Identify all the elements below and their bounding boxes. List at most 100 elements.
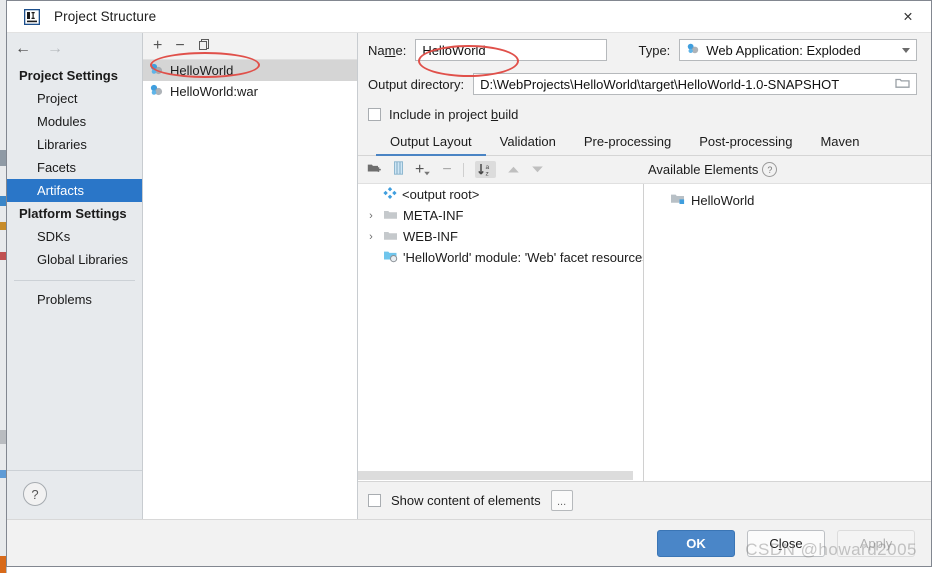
dialog-title-bar: Project Structure ✕: [7, 1, 931, 33]
layout-panes: <output root> › META-INF › WEB-INF 'Hell…: [358, 184, 931, 481]
artifact-detail-panel: Name: HelloWorld Type: Web Application: …: [358, 33, 931, 519]
available-element-label: HelloWorld: [691, 193, 755, 208]
output-layout-toolbar-row: + − a z Available Elements ?: [358, 156, 931, 184]
module-icon: [670, 192, 686, 209]
sidebar-divider: [14, 280, 135, 281]
name-input-value: HelloWorld: [422, 42, 486, 58]
tree-row[interactable]: 'HelloWorld' module: 'Web' facet resourc…: [358, 247, 643, 268]
output-directory-input[interactable]: D:\WebProjects\HelloWorld\target\HelloWo…: [473, 73, 917, 95]
include-in-build-row[interactable]: Include in project build: [358, 101, 931, 127]
sidebar-item-sdks[interactable]: SDKs: [7, 225, 142, 248]
forward-arrow-icon[interactable]: →: [47, 40, 63, 57]
include-in-build-checkbox[interactable]: [368, 107, 381, 121]
folder-icon[interactable]: [895, 76, 910, 92]
ok-button[interactable]: OK: [657, 529, 735, 557]
facet-resource-icon: [383, 249, 398, 266]
project-structure-dialog: Project Structure ✕ ← → Project Settings…: [6, 0, 932, 567]
include-in-build-label: Include in project build: [389, 106, 519, 122]
copy-artifact-icon[interactable]: [198, 38, 211, 54]
name-field-label: Name:: [368, 42, 407, 58]
chevron-down-icon[interactable]: [902, 47, 910, 53]
show-content-checkbox[interactable]: [368, 494, 381, 507]
close-icon[interactable]: ✕: [885, 1, 931, 31]
tab-maven[interactable]: Maven: [806, 134, 873, 155]
list-item[interactable]: HelloWorld: [644, 190, 931, 211]
output-layout-tree: <output root> › META-INF › WEB-INF 'Hell…: [358, 184, 644, 481]
available-elements-header: Available Elements ?: [644, 162, 778, 177]
sort-alphabetically-icon[interactable]: a z: [474, 161, 496, 178]
help-icon[interactable]: ?: [762, 162, 778, 177]
tree-horizontal-scrollbar[interactable]: [358, 470, 633, 481]
artifact-icon: [149, 83, 164, 101]
tree-row-label: 'HelloWorld' module: 'Web' facet resourc…: [403, 250, 644, 265]
artifact-icon: [686, 42, 700, 59]
sidebar-item-artifacts[interactable]: Artifacts: [7, 179, 142, 202]
intellij-idea-icon: [23, 8, 41, 25]
tree-row[interactable]: <output root>: [358, 184, 643, 205]
tab-pre-processing[interactable]: Pre-processing: [570, 134, 685, 155]
sidebar-item-project[interactable]: Project: [7, 87, 142, 110]
tab-output-layout[interactable]: Output Layout: [376, 134, 486, 156]
tree-row-label: <output root>: [402, 187, 480, 202]
svg-text:z: z: [485, 171, 488, 178]
name-input[interactable]: HelloWorld: [415, 39, 607, 61]
move-up-icon[interactable]: [507, 163, 520, 177]
show-content-row: Show content of elements ...: [358, 481, 931, 519]
sidebar-item-libraries[interactable]: Libraries: [7, 133, 142, 156]
scrollbar-thumb[interactable]: [358, 471, 633, 480]
type-select[interactable]: Web Application: Exploded: [679, 39, 917, 61]
sidebar-item-global-libraries[interactable]: Global Libraries: [7, 248, 142, 271]
folder-icon: [383, 229, 398, 245]
dialog-title: Project Structure: [54, 9, 157, 24]
tab-validation[interactable]: Validation: [486, 134, 570, 155]
artifact-item-label: HelloWorld:war: [170, 84, 258, 99]
add-artifact-icon[interactable]: +: [153, 38, 162, 54]
sidebar-item-problems[interactable]: Problems: [7, 288, 142, 311]
show-content-label: Show content of elements: [391, 493, 541, 508]
artifact-item-helloworld-war[interactable]: HelloWorld:war: [143, 81, 357, 102]
toolbar-divider: [462, 162, 464, 177]
settings-sidebar: ← → Project Settings Project Modules Lib…: [7, 33, 143, 519]
add-copy-icon[interactable]: +: [415, 161, 431, 177]
type-field-label: Type:: [638, 42, 671, 58]
artifact-icon: [149, 62, 164, 80]
tree-twisty[interactable]: ›: [364, 231, 378, 243]
detail-tabs: Output Layout Validation Pre-processing …: [358, 127, 931, 156]
available-elements-title: Available Elements: [648, 162, 759, 177]
move-down-icon[interactable]: [531, 163, 544, 177]
output-directory-value: D:\WebProjects\HelloWorld\target\HelloWo…: [480, 76, 840, 92]
artifacts-toolbar: + −: [143, 33, 357, 60]
folder-icon: [383, 208, 398, 224]
apply-button: Apply: [837, 529, 915, 557]
remove-element-icon[interactable]: −: [442, 161, 451, 178]
type-select-value: Web Application: Exploded: [706, 42, 861, 58]
available-elements-tree: HelloWorld: [644, 184, 931, 481]
tree-twisty[interactable]: ›: [364, 210, 378, 222]
create-directory-icon[interactable]: [367, 162, 382, 178]
tree-row[interactable]: › META-INF: [358, 205, 643, 226]
dialog-footer: OK Cl ose Apply CSDN @howard2005: [7, 519, 931, 566]
output-directory-label: Output directory:: [368, 76, 465, 92]
sidebar-group-platform-settings: Platform Settings: [19, 206, 127, 221]
output-directory-row: Output directory: D:\WebProjects\HelloWo…: [358, 67, 931, 101]
name-type-row: Name: HelloWorld Type: Web Application: …: [358, 33, 931, 67]
sidebar-group-project-settings: Project Settings: [19, 68, 118, 83]
sidebar-item-modules[interactable]: Modules: [7, 110, 142, 133]
back-arrow-icon[interactable]: ←: [15, 40, 31, 57]
artifact-item-label: HelloWorld: [170, 63, 234, 78]
sidebar-navigation: ← →: [7, 33, 142, 64]
sidebar-item-facets[interactable]: Facets: [7, 156, 142, 179]
sidebar-footer-divider: [7, 470, 142, 471]
help-icon[interactable]: ?: [23, 482, 47, 506]
close-button[interactable]: Cl ose: [747, 529, 825, 557]
more-options-button[interactable]: ...: [550, 490, 573, 511]
artifact-item-helloworld[interactable]: HelloWorld: [143, 60, 357, 81]
tab-post-processing[interactable]: Post-processing: [685, 134, 806, 155]
tree-row[interactable]: › WEB-INF: [358, 226, 643, 247]
tree-row-label: META-INF: [403, 208, 464, 223]
artifacts-list-panel: + − HelloWorld HelloWorld:war: [143, 33, 358, 519]
chevron-down-icon: [424, 171, 431, 175]
create-archive-icon[interactable]: [393, 161, 404, 178]
tree-row-label: WEB-INF: [403, 229, 458, 244]
remove-artifact-icon[interactable]: −: [175, 38, 184, 54]
